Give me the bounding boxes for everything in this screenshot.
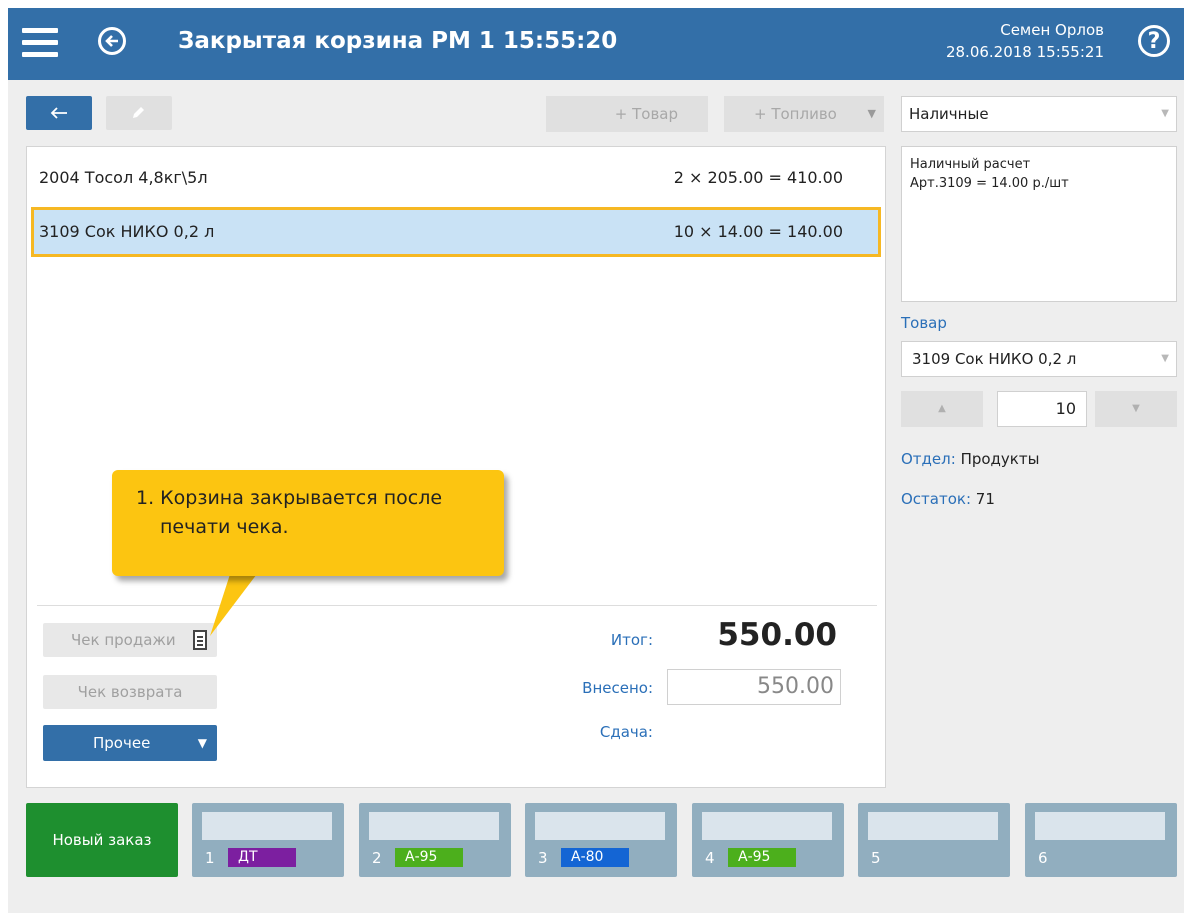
order-tile-bar [868, 812, 998, 840]
order-tile-4[interactable]: 4 А-95 [692, 803, 844, 877]
order-tile-number: 5 [871, 849, 881, 867]
paid-label: Внесено: [582, 679, 653, 697]
department-value: Продукты [960, 450, 1040, 468]
other-label: Прочее [93, 734, 151, 752]
back-circle-icon[interactable] [98, 27, 126, 55]
total-value: 550.00 [717, 617, 837, 653]
cart-item-selected[interactable]: 3109 Сок НИКО 0,2 л 10 × 14.00 = 140.00 [31, 207, 881, 257]
stock-info: Остаток: 71 [901, 490, 995, 508]
order-tile-number: 4 [705, 849, 715, 867]
hint-tooltip: 1. Корзина закрывается после печати чека… [112, 470, 504, 576]
order-tile-5[interactable]: 5 [858, 803, 1010, 877]
tooltip-line-2: печати чека. [160, 516, 289, 538]
payment-info-line-2: Арт.3109 = 14.00 р./шт [910, 176, 1069, 191]
quantity-decrease-button[interactable]: ▼ [1095, 391, 1177, 427]
paid-input[interactable]: 550.00 [667, 669, 841, 705]
order-tile-number: 1 [205, 849, 215, 867]
payment-info: Наличный расчет Арт.3109 = 14.00 р./шт [901, 146, 1177, 302]
order-tile-bar [702, 812, 832, 840]
order-tile-1[interactable]: 1 ДТ [192, 803, 344, 877]
cart-item[interactable]: 2004 Тосол 4,8кг\5л 2 × 205.00 = 410.00 [31, 153, 881, 203]
stock-value: 71 [975, 490, 995, 508]
fuel-badge: ДТ [228, 848, 296, 867]
chevron-down-icon: ▼ [197, 736, 207, 750]
order-tile-bar [369, 812, 499, 840]
header-datetime: 28.06.2018 15:55:21 [945, 43, 1104, 61]
stock-label: Остаток: [901, 490, 972, 508]
edit-button[interactable] [106, 96, 172, 130]
department-label: Отдел: [901, 450, 956, 468]
fuel-badge: А-95 [728, 848, 796, 867]
order-tile-number: 6 [1038, 849, 1048, 867]
order-tile-bar [535, 812, 665, 840]
cart-item-calc: 10 × 14.00 = 140.00 [673, 222, 843, 241]
header-bar: Закрытая корзина РМ 1 15:55:20 Семен Орл… [8, 8, 1184, 80]
quantity-increase-button[interactable]: ▲ [901, 391, 983, 427]
order-tile-number: 3 [538, 849, 548, 867]
order-tile-3[interactable]: 3 А-80 [525, 803, 677, 877]
help-icon[interactable]: ? [1138, 25, 1170, 57]
cart-item-calc: 2 × 205.00 = 410.00 [673, 168, 843, 187]
app-window: Закрытая корзина РМ 1 15:55:20 Семен Орл… [8, 8, 1184, 913]
triangle-down-icon: ▼ [1132, 403, 1140, 414]
user-name: Семен Орлов [1000, 21, 1104, 39]
user-info: Семен Орлов 28.06.2018 15:55:21 [946, 19, 1104, 63]
cart-item-name: 3109 Сок НИКО 0,2 л [39, 222, 215, 241]
sale-receipt-button[interactable]: Чек продажи [43, 623, 217, 657]
order-tile-2[interactable]: 2 А-95 [359, 803, 511, 877]
back-button[interactable] [26, 96, 92, 130]
total-label: Итог: [610, 631, 653, 649]
fuel-badge: А-95 [395, 848, 463, 867]
menu-icon[interactable] [22, 28, 58, 58]
arrow-left-icon [50, 107, 67, 119]
sale-receipt-label: Чек продажи [71, 631, 176, 649]
page-title: Закрытая корзина РМ 1 15:55:20 [178, 28, 618, 54]
triangle-up-icon: ▲ [938, 403, 946, 414]
add-fuel-button[interactable]: + Топливо ▼ [724, 96, 884, 132]
product-section-label: Товар [901, 314, 947, 332]
change-label: Сдача: [599, 723, 653, 741]
fuel-badge: А-80 [561, 848, 629, 867]
order-tile-6[interactable]: 6 [1025, 803, 1177, 877]
cart-panel: 2004 Тосол 4,8кг\5л 2 × 205.00 = 410.00 … [26, 146, 886, 788]
order-tile-number: 2 [372, 849, 382, 867]
add-product-button[interactable]: + Товар [546, 96, 708, 132]
quantity-field[interactable]: 10 [997, 391, 1087, 427]
other-button[interactable]: Прочее ▼ [43, 725, 217, 761]
cart-item-name: 2004 Тосол 4,8кг\5л [39, 168, 208, 187]
divider [37, 605, 877, 606]
product-select-value: 3109 Сок НИКО 0,2 л [912, 350, 1077, 368]
department-info: Отдел: Продукты [901, 450, 1039, 468]
pencil-icon [133, 107, 144, 118]
order-tile-bar [1035, 812, 1165, 840]
add-fuel-label: + Топливо [754, 105, 837, 123]
tooltip-line-1: 1. Корзина закрывается после [136, 487, 443, 509]
chevron-down-icon: ▼ [867, 107, 876, 120]
product-select[interactable]: 3109 Сок НИКО 0,2 л ▼ [901, 341, 1177, 377]
payment-method-select[interactable]: Наличные ▼ [901, 96, 1177, 132]
new-order-button[interactable]: Новый заказ [26, 803, 178, 877]
return-receipt-button[interactable]: Чек возврата [43, 675, 217, 709]
chevron-down-icon: ▼ [1161, 353, 1169, 364]
order-tile-bar [202, 812, 332, 840]
chevron-down-icon: ▼ [1161, 108, 1169, 119]
payment-info-line-1: Наличный расчет [910, 157, 1031, 172]
payment-method-value: Наличные [909, 105, 989, 123]
